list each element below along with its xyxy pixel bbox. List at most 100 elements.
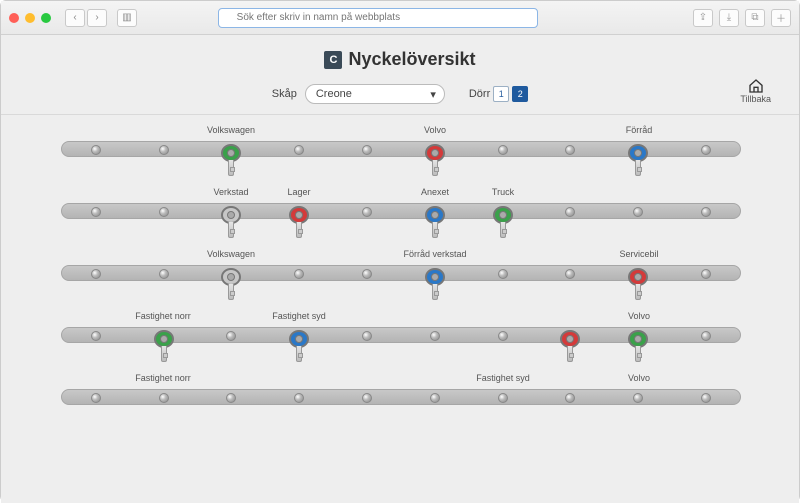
key-slot[interactable]	[265, 266, 333, 282]
key-label	[129, 249, 197, 263]
empty-grommet-icon	[362, 269, 372, 279]
key-label	[61, 373, 129, 387]
empty-grommet-icon	[91, 207, 101, 217]
key-slot[interactable]	[537, 266, 605, 282]
key-slot[interactable]	[672, 204, 740, 220]
key-icon	[559, 330, 581, 364]
key-slot[interactable]	[401, 266, 469, 282]
key-slot[interactable]	[469, 204, 537, 220]
key-slot[interactable]	[130, 142, 198, 158]
key-slot[interactable]	[672, 266, 740, 282]
key-label: Lager	[265, 187, 333, 201]
key-slot[interactable]	[333, 328, 401, 344]
key-slot[interactable]	[469, 328, 537, 344]
key-slot[interactable]	[62, 142, 130, 158]
key-label	[265, 373, 333, 387]
key-slot[interactable]	[469, 266, 537, 282]
download-button[interactable]: ⤓	[719, 9, 739, 27]
key-slot[interactable]	[130, 266, 198, 282]
home-icon	[748, 78, 764, 94]
minimize-window-button[interactable]	[25, 13, 35, 23]
key-slot[interactable]	[198, 142, 266, 158]
key-slot[interactable]	[537, 328, 605, 344]
key-label	[673, 187, 741, 201]
key-slot[interactable]	[130, 390, 198, 406]
door-page-buttons: 12	[493, 86, 528, 102]
key-label	[333, 125, 401, 139]
key-icon	[627, 144, 649, 178]
key-label	[61, 311, 129, 325]
empty-grommet-icon	[159, 269, 169, 279]
key-slot[interactable]	[62, 266, 130, 282]
key-slot[interactable]	[198, 266, 266, 282]
key-slot[interactable]	[469, 142, 537, 158]
key-slot[interactable]	[265, 328, 333, 344]
door-page-1[interactable]: 1	[493, 86, 509, 102]
key-slot[interactable]	[333, 142, 401, 158]
empty-grommet-icon	[159, 145, 169, 155]
key-slot[interactable]	[62, 390, 130, 406]
key-slot[interactable]	[265, 204, 333, 220]
key-slot[interactable]	[265, 142, 333, 158]
sidebar-toggle-button[interactable]: ▥	[117, 9, 137, 27]
address-bar[interactable]	[218, 8, 538, 28]
key-label	[333, 311, 401, 325]
forward-button[interactable]: ›	[87, 9, 107, 27]
key-slot[interactable]	[130, 328, 198, 344]
share-button[interactable]: ⇪	[693, 9, 713, 27]
key-slot[interactable]	[401, 328, 469, 344]
maximize-window-button[interactable]	[41, 13, 51, 23]
key-label: Volvo	[605, 311, 673, 325]
key-icon	[424, 206, 446, 240]
key-slot[interactable]	[401, 142, 469, 158]
key-slot[interactable]	[265, 390, 333, 406]
key-slot[interactable]	[604, 390, 672, 406]
key-slot[interactable]	[333, 204, 401, 220]
empty-grommet-icon	[701, 207, 711, 217]
key-slot[interactable]	[333, 390, 401, 406]
key-slot[interactable]	[401, 204, 469, 220]
key-slot[interactable]	[198, 204, 266, 220]
new-tab-button[interactable]: ＋	[771, 9, 791, 27]
key-slot[interactable]	[130, 204, 198, 220]
chevron-down-icon: ▾	[430, 88, 436, 101]
cabinet-select[interactable]: Creone ▾	[305, 84, 445, 104]
key-label	[537, 187, 605, 201]
key-label	[469, 125, 537, 139]
key-slot[interactable]	[672, 328, 740, 344]
key-icon	[424, 144, 446, 178]
key-slot[interactable]	[537, 204, 605, 220]
cabinet-label: Skåp	[272, 88, 297, 100]
tabs-button[interactable]: ⧉	[745, 9, 765, 27]
key-slot[interactable]	[537, 390, 605, 406]
key-slot[interactable]	[604, 142, 672, 158]
key-label	[537, 249, 605, 263]
key-slot[interactable]	[604, 204, 672, 220]
empty-grommet-icon	[430, 331, 440, 341]
key-slot[interactable]	[62, 328, 130, 344]
key-slot[interactable]	[198, 390, 266, 406]
key-label	[401, 373, 469, 387]
browser-chrome: ‹ › ▥ ⇪ ⤓ ⧉ ＋	[1, 1, 799, 35]
key-label: Volvo	[401, 125, 469, 139]
back-button[interactable]: ‹	[65, 9, 85, 27]
key-slot[interactable]	[62, 204, 130, 220]
key-label	[265, 249, 333, 263]
key-slot[interactable]	[333, 266, 401, 282]
key-row: VerkstadLagerAnexetTruck	[61, 187, 741, 219]
key-slot[interactable]	[198, 328, 266, 344]
key-slot[interactable]	[469, 390, 537, 406]
key-slot[interactable]	[401, 390, 469, 406]
key-slot[interactable]	[604, 328, 672, 344]
key-slot[interactable]	[672, 142, 740, 158]
key-slot[interactable]	[537, 142, 605, 158]
empty-grommet-icon	[226, 331, 236, 341]
key-slot[interactable]	[672, 390, 740, 406]
door-page-2[interactable]: 2	[512, 86, 528, 102]
empty-grommet-icon	[294, 393, 304, 403]
key-slot[interactable]	[604, 266, 672, 282]
empty-grommet-icon	[701, 331, 711, 341]
close-window-button[interactable]	[9, 13, 19, 23]
back-link[interactable]: Tillbaka	[740, 78, 771, 104]
page-title: Nyckelöversikt	[348, 49, 475, 70]
